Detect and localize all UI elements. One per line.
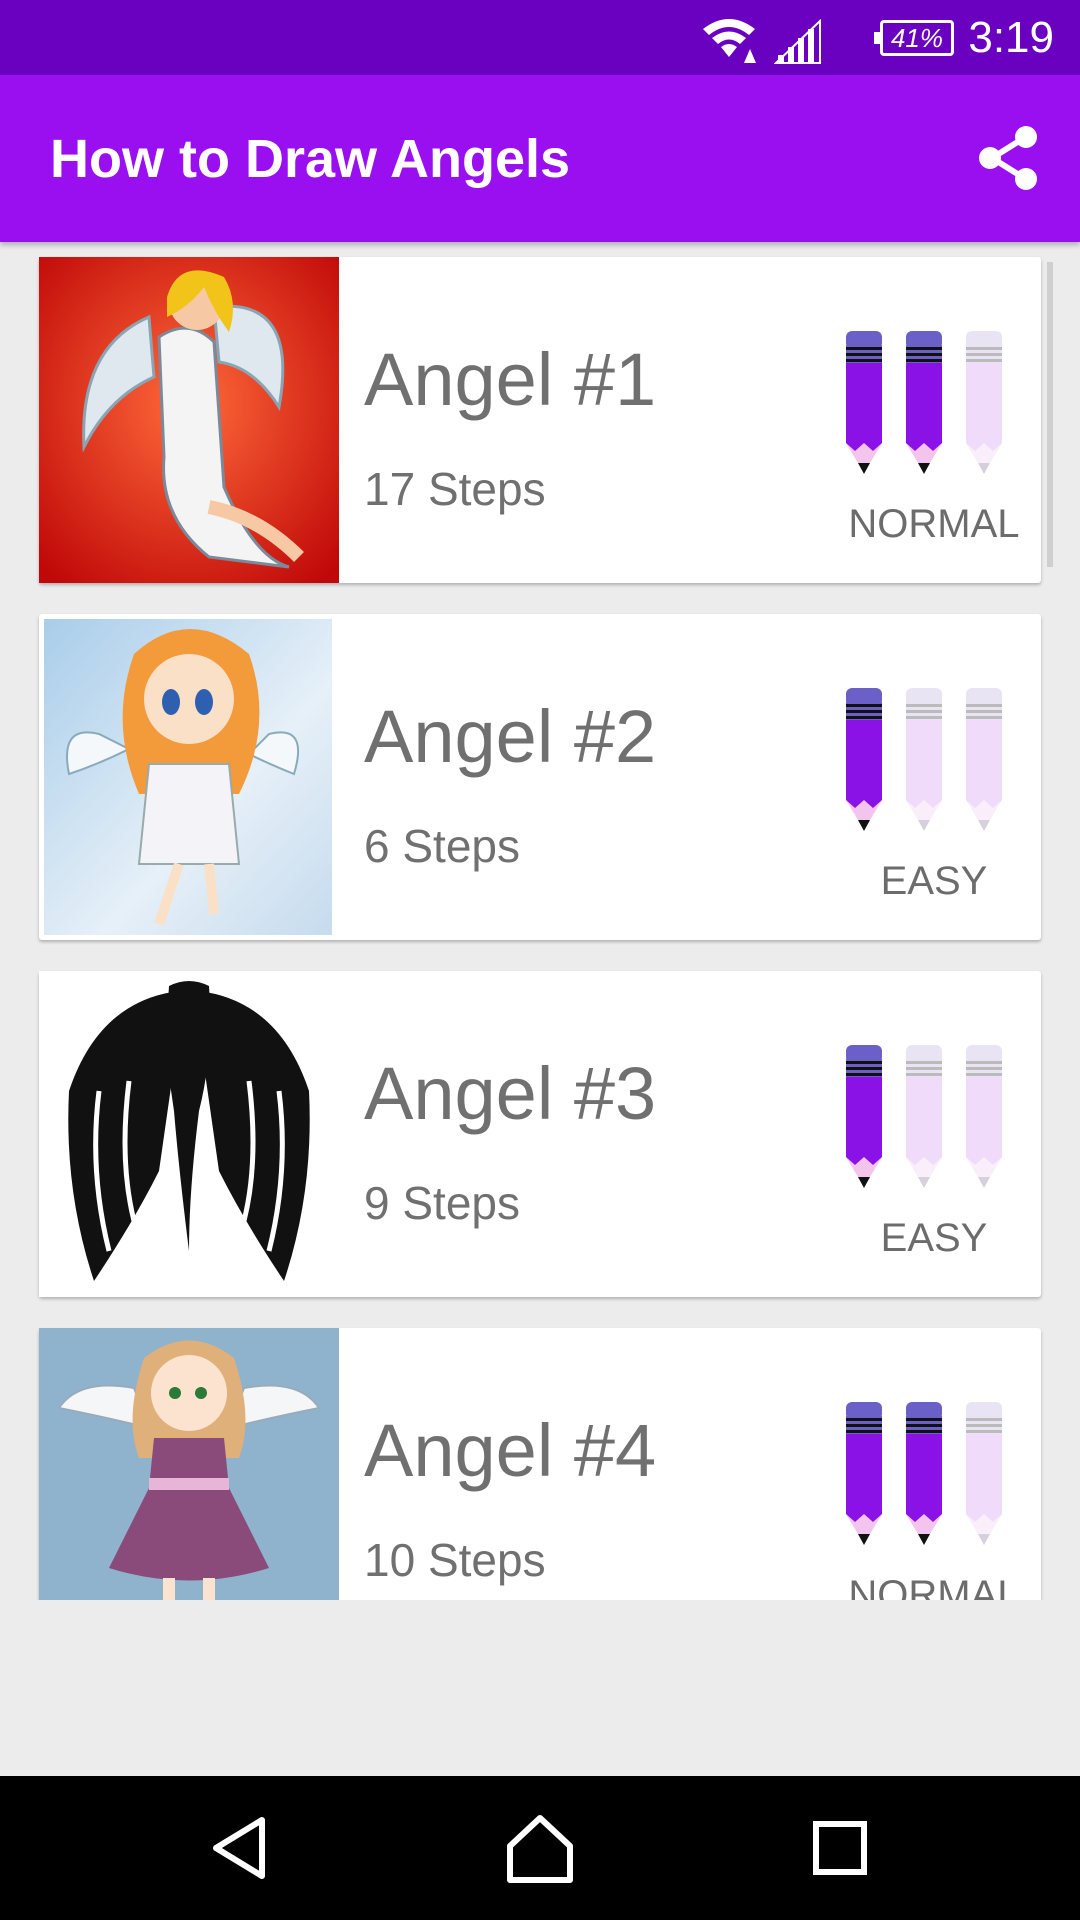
card-steps: 17 Steps: [364, 463, 546, 515]
angel-3-thumbnail: [39, 971, 339, 1297]
back-icon: [213, 1817, 265, 1879]
angel-1-thumbnail: [39, 257, 339, 583]
difficulty-label: EASY: [880, 1216, 988, 1260]
pencil-icon: [904, 1398, 944, 1548]
home-button[interactable]: [500, 1808, 580, 1888]
list-item[interactable]: Angel #4 10 Steps NORMAL: [39, 1328, 1041, 1600]
card-title: Angel #2: [364, 695, 657, 778]
angel-2-thumbnail: [39, 614, 339, 940]
battery-icon: 41%: [874, 20, 954, 56]
difficulty-label: NORMAL: [848, 502, 1020, 546]
angel-4-thumbnail: [39, 1328, 339, 1600]
navigation-bar: [0, 1776, 1080, 1920]
back-button[interactable]: [202, 1808, 282, 1888]
difficulty-pencils: [844, 1398, 1024, 1548]
pencil-icon: [904, 684, 944, 834]
share-icon: [979, 126, 1037, 190]
card-steps: 6 Steps: [364, 820, 520, 872]
status-bar: 41% 3:19: [0, 0, 1080, 75]
card-steps: 10 Steps: [364, 1534, 546, 1586]
pencil-icon: [844, 1041, 884, 1191]
difficulty-pencils: [844, 1041, 1024, 1191]
signal-icon: [774, 12, 822, 72]
recents-button[interactable]: [800, 1808, 880, 1888]
pencil-icon: [964, 684, 1004, 834]
pencil-icon: [844, 1398, 884, 1548]
pencil-icon: [844, 327, 884, 477]
app-title: How to Draw Angels: [50, 128, 571, 189]
pencil-icon: [904, 1041, 944, 1191]
clock: 3:19: [968, 12, 1054, 62]
list-item[interactable]: Angel #3 9 Steps EASY: [39, 971, 1041, 1297]
home-icon: [507, 1815, 573, 1883]
card-title: Angel #4: [364, 1409, 657, 1492]
list-item[interactable]: Angel #1 17 Steps NORMAL: [39, 257, 1041, 583]
difficulty-label: EASY: [880, 859, 988, 903]
pencil-icon: [844, 684, 884, 834]
pencil-icon: [904, 327, 944, 477]
pencil-icon: [964, 327, 1004, 477]
scrollbar[interactable]: [1047, 262, 1053, 567]
pencil-icon: [964, 1398, 1004, 1548]
difficulty-pencils: [844, 684, 1024, 834]
recents-icon: [813, 1821, 867, 1875]
card-title: Angel #3: [364, 1052, 657, 1135]
drawing-list[interactable]: Angel #1 17 Steps NORMAL Angel #2 6 Step…: [0, 242, 1080, 1600]
pencil-icon: [964, 1041, 1004, 1191]
list-item[interactable]: Angel #2 6 Steps EASY: [39, 614, 1041, 940]
card-title: Angel #1: [364, 338, 657, 421]
wifi-icon: [700, 10, 758, 70]
card-steps: 9 Steps: [364, 1177, 520, 1229]
difficulty-label: NORMAL: [848, 1573, 1020, 1600]
app-bar: How to Draw Angels: [0, 75, 1080, 242]
difficulty-pencils: [844, 327, 1024, 477]
share-button[interactable]: [976, 125, 1042, 191]
